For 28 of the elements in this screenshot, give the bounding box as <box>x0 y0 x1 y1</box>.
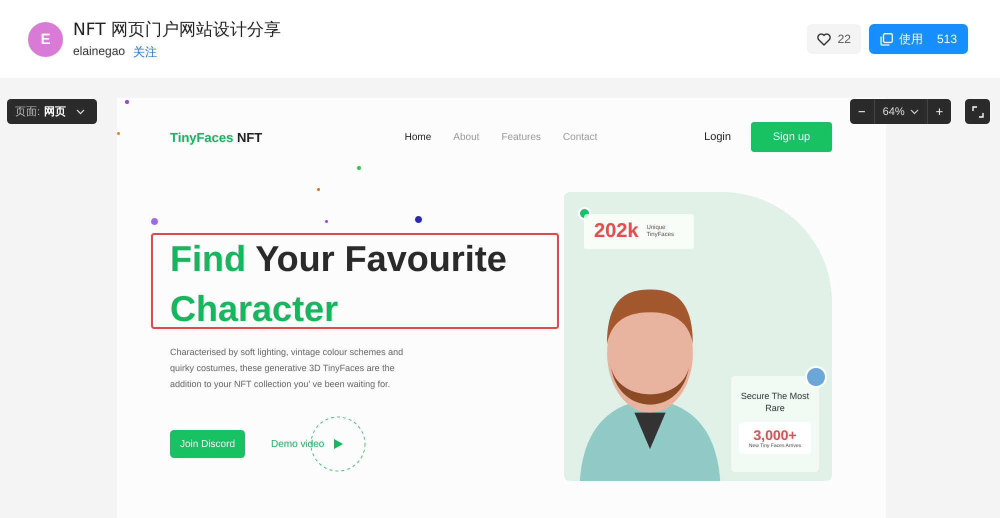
confetti-dot <box>325 220 328 223</box>
confetti-dot <box>125 100 129 104</box>
post-title: NFT 网页门户网站设计分享 <box>73 18 282 40</box>
confetti-dot <box>415 216 422 223</box>
confetti-dot <box>117 132 120 135</box>
like-button[interactable]: 22 <box>806 24 861 54</box>
zoom-in-button[interactable]: + <box>928 99 952 124</box>
stat-value: 202k <box>594 220 638 243</box>
headline: Find Your Favourite Character <box>170 237 508 331</box>
fullscreen-button[interactable] <box>965 99 990 124</box>
copy-icon <box>880 32 893 46</box>
page-selector[interactable]: 页面: 网页 <box>7 99 97 124</box>
author-name[interactable]: elainegao <box>73 44 126 60</box>
hero-description: Characterised by soft lighting, vintage colour schemes and quirky costumes, these generative 3D TinyFaces are the addition to your NFT collection you’ ve been waiting for. <box>170 346 404 391</box>
confetti-dot <box>317 188 320 191</box>
nav-link[interactable]: Home <box>404 132 432 142</box>
expand-icon <box>972 106 984 118</box>
avatar-placeholder <box>805 366 827 388</box>
count-value: 3,000+ <box>752 427 798 443</box>
chevron-down-icon <box>910 108 919 114</box>
heart-icon <box>816 32 831 46</box>
follow-link[interactable]: 关注 <box>133 44 158 60</box>
confetti-dot <box>151 218 158 225</box>
login-link[interactable]: Login <box>704 131 731 143</box>
rare-title: Secure The Most Rare <box>740 390 810 414</box>
confetti-dot <box>357 166 361 170</box>
logo[interactable]: TinyFaces NFT <box>170 130 405 144</box>
chevron-down-icon <box>76 108 86 114</box>
